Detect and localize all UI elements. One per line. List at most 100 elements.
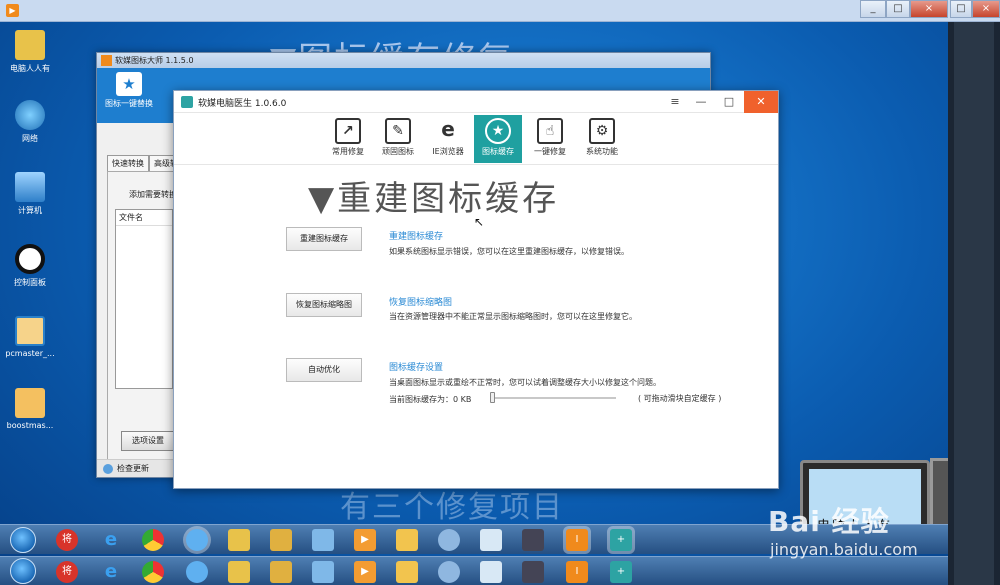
paint-icon[interactable] bbox=[396, 529, 418, 551]
media-icon[interactable] bbox=[522, 561, 544, 583]
tab-quick-convert[interactable]: 快速转换 bbox=[107, 155, 149, 172]
folder-icon[interactable] bbox=[228, 561, 250, 583]
app-icon[interactable] bbox=[480, 561, 502, 583]
main-titlebar: 软媒电脑医生 1.0.6.0 ≡ — □ ✕ bbox=[174, 91, 778, 113]
network-icon bbox=[15, 100, 45, 130]
tool-icon[interactable] bbox=[312, 561, 334, 583]
maximize-button[interactable]: □ bbox=[716, 91, 742, 113]
close-button[interactable]: ✕ bbox=[744, 91, 778, 113]
ie-icon[interactable]: e bbox=[100, 561, 122, 583]
taskbar-lower: 将 e ▶ I + bbox=[0, 556, 948, 585]
tool-label: 顽固图标 bbox=[382, 147, 414, 156]
tool-one-click-repair[interactable]: ☝ 一键修复 bbox=[526, 115, 574, 163]
player-minimize-button[interactable]: _ bbox=[860, 0, 886, 18]
tool-ie-browser[interactable]: e IE浏览器 bbox=[424, 115, 472, 163]
player2-maximize-button[interactable]: □ bbox=[950, 0, 972, 18]
restore-thumbnails-heading[interactable]: 恢复图标缩略图 bbox=[389, 295, 452, 308]
folder-icon[interactable] bbox=[270, 561, 292, 583]
windows-start-icon[interactable] bbox=[10, 558, 36, 584]
rebuild-cache-desc: 如果系统图标显示错误，您可以在这里重建图标缓存，以修复错误。 bbox=[389, 247, 629, 256]
player-close-button[interactable]: × bbox=[910, 0, 948, 18]
secondary-desktop bbox=[948, 22, 1000, 585]
app-icon[interactable]: I bbox=[566, 529, 588, 551]
tool-label: IE浏览器 bbox=[432, 147, 464, 156]
app-icon[interactable] bbox=[438, 529, 460, 551]
media-icon[interactable]: ▶ bbox=[354, 561, 376, 583]
back-tabs: 快速转换 高级转 bbox=[107, 155, 183, 172]
options-button[interactable]: 选项设置 bbox=[121, 431, 175, 451]
player-titlebar: ▶ _ □ × □ × bbox=[0, 0, 1000, 22]
app-icon[interactable]: I bbox=[566, 561, 588, 583]
app-icon[interactable] bbox=[438, 561, 460, 583]
ie-icon[interactable]: e bbox=[100, 529, 122, 551]
update-icon bbox=[103, 464, 113, 474]
chrome-icon[interactable] bbox=[142, 561, 164, 583]
back-tool-label: 图标一键替换 bbox=[105, 99, 153, 108]
desktop-icon-folder[interactable]: 电脑人人有 bbox=[0, 30, 60, 74]
desktop-icon-label: 电脑人人有 bbox=[10, 64, 50, 73]
cache-settings-desc: 当桌面图标显示或重绘不正常时，您可以试着调整缓存大小以修复这个问题。 bbox=[389, 378, 661, 387]
folder-icon bbox=[15, 30, 45, 60]
baidu-watermark-url: jingyan.baidu.com bbox=[770, 540, 918, 559]
media-icon[interactable]: ▶ bbox=[354, 529, 376, 551]
section-overlay: ▼重建图标缓存 bbox=[308, 179, 560, 219]
tool-label: 一键修复 bbox=[534, 147, 566, 156]
desktop-icon-computer[interactable]: 计算机 bbox=[0, 172, 60, 216]
rebuild-cache-heading[interactable]: 重建图标缓存 bbox=[389, 229, 443, 242]
windows-start-icon[interactable] bbox=[10, 527, 36, 553]
main-toolbar: ↗ 常用修复 ✎ 顽固图标 e IE浏览器 ★ 图标缓存 ☝ 一键修复 ⚙ 系统… bbox=[174, 113, 778, 165]
tool-system-functions[interactable]: ⚙ 系统功能 bbox=[578, 115, 626, 163]
app-icon[interactable]: 将 bbox=[56, 529, 78, 551]
player2-close-button[interactable]: × bbox=[972, 0, 1000, 18]
desktop-icon-network[interactable]: 网络 bbox=[0, 100, 60, 144]
add-files-label: 添加需要转换 bbox=[129, 190, 177, 199]
gears-icon: ⚙ bbox=[589, 118, 615, 144]
app-icon[interactable]: 将 bbox=[56, 561, 78, 583]
tool-stubborn-icons[interactable]: ✎ 顽固图标 bbox=[374, 115, 422, 163]
mouse-cursor-icon: ↖ bbox=[474, 215, 485, 229]
back-tool-replace[interactable]: ★ 图标一键替换 bbox=[101, 72, 157, 109]
app-icon[interactable] bbox=[480, 529, 502, 551]
browser-icon[interactable] bbox=[186, 561, 208, 583]
media-icon[interactable] bbox=[522, 529, 544, 551]
desktop-icon-control-panel[interactable]: 控制面板 bbox=[0, 244, 60, 288]
paint-icon[interactable] bbox=[396, 561, 418, 583]
browser-icon[interactable] bbox=[186, 529, 208, 551]
app-icon[interactable]: + bbox=[610, 561, 632, 583]
desktop-icon-label: 计算机 bbox=[18, 206, 42, 215]
installer-icon bbox=[15, 316, 45, 346]
star-icon: ★ bbox=[116, 72, 142, 96]
chrome-icon[interactable] bbox=[142, 529, 164, 551]
computer-icon bbox=[15, 172, 45, 202]
auto-optimize-button[interactable]: 自动优化 bbox=[286, 358, 362, 382]
slider-note: ( 可拖动滑块自定缓存 ) bbox=[638, 394, 722, 403]
back-window-titlebar: 软媒图标大师 1.1.5.0 bbox=[97, 53, 710, 68]
desktop-icon-pcmaster[interactable]: pcmaster_... bbox=[0, 316, 60, 358]
desktop-icon-label: 控制面板 bbox=[14, 278, 46, 287]
file-list[interactable]: 文件名 bbox=[115, 209, 173, 389]
menu-button[interactable]: ≡ bbox=[662, 91, 688, 113]
app-logo-icon bbox=[101, 55, 112, 66]
player-window: ▶ _ □ × □ × ▼图标缓存修复 电脑人人有 网络 计算机 控制面板 pc… bbox=[0, 0, 1000, 585]
desktop-icon-boostmaster[interactable]: boostmas... bbox=[0, 388, 60, 430]
folder-icon[interactable] bbox=[228, 529, 250, 551]
tool-icon[interactable] bbox=[312, 529, 334, 551]
tools-icon: ✎ bbox=[385, 118, 411, 144]
restore-thumbnails-button[interactable]: 恢复图标缩略图 bbox=[286, 293, 362, 317]
player-maximize-button[interactable]: □ bbox=[886, 0, 910, 18]
rebuild-cache-button[interactable]: 重建图标缓存 bbox=[286, 227, 362, 251]
wrench-arrow-icon: ↗ bbox=[335, 118, 361, 144]
cache-size-slider-track[interactable] bbox=[492, 397, 616, 399]
restore-thumbnails-desc: 当在资源管理器中不能正常显示图标缩略图时，您可以在这里修复它。 bbox=[389, 312, 637, 321]
cache-size-slider-thumb[interactable] bbox=[490, 392, 495, 403]
rocket-icon bbox=[15, 388, 45, 418]
player-logo-icon: ▶ bbox=[6, 4, 19, 17]
tool-common-repair[interactable]: ↗ 常用修复 bbox=[324, 115, 372, 163]
minimize-button[interactable]: — bbox=[688, 91, 714, 113]
folder-icon[interactable] bbox=[270, 529, 292, 551]
app-logo-icon bbox=[181, 96, 193, 108]
tool-icon-cache[interactable]: ★ 图标缓存 bbox=[474, 115, 522, 163]
app-icon[interactable]: + bbox=[610, 529, 632, 551]
tool-label: 系统功能 bbox=[586, 147, 618, 156]
cache-settings-heading[interactable]: 图标缓存设置 bbox=[389, 360, 443, 373]
